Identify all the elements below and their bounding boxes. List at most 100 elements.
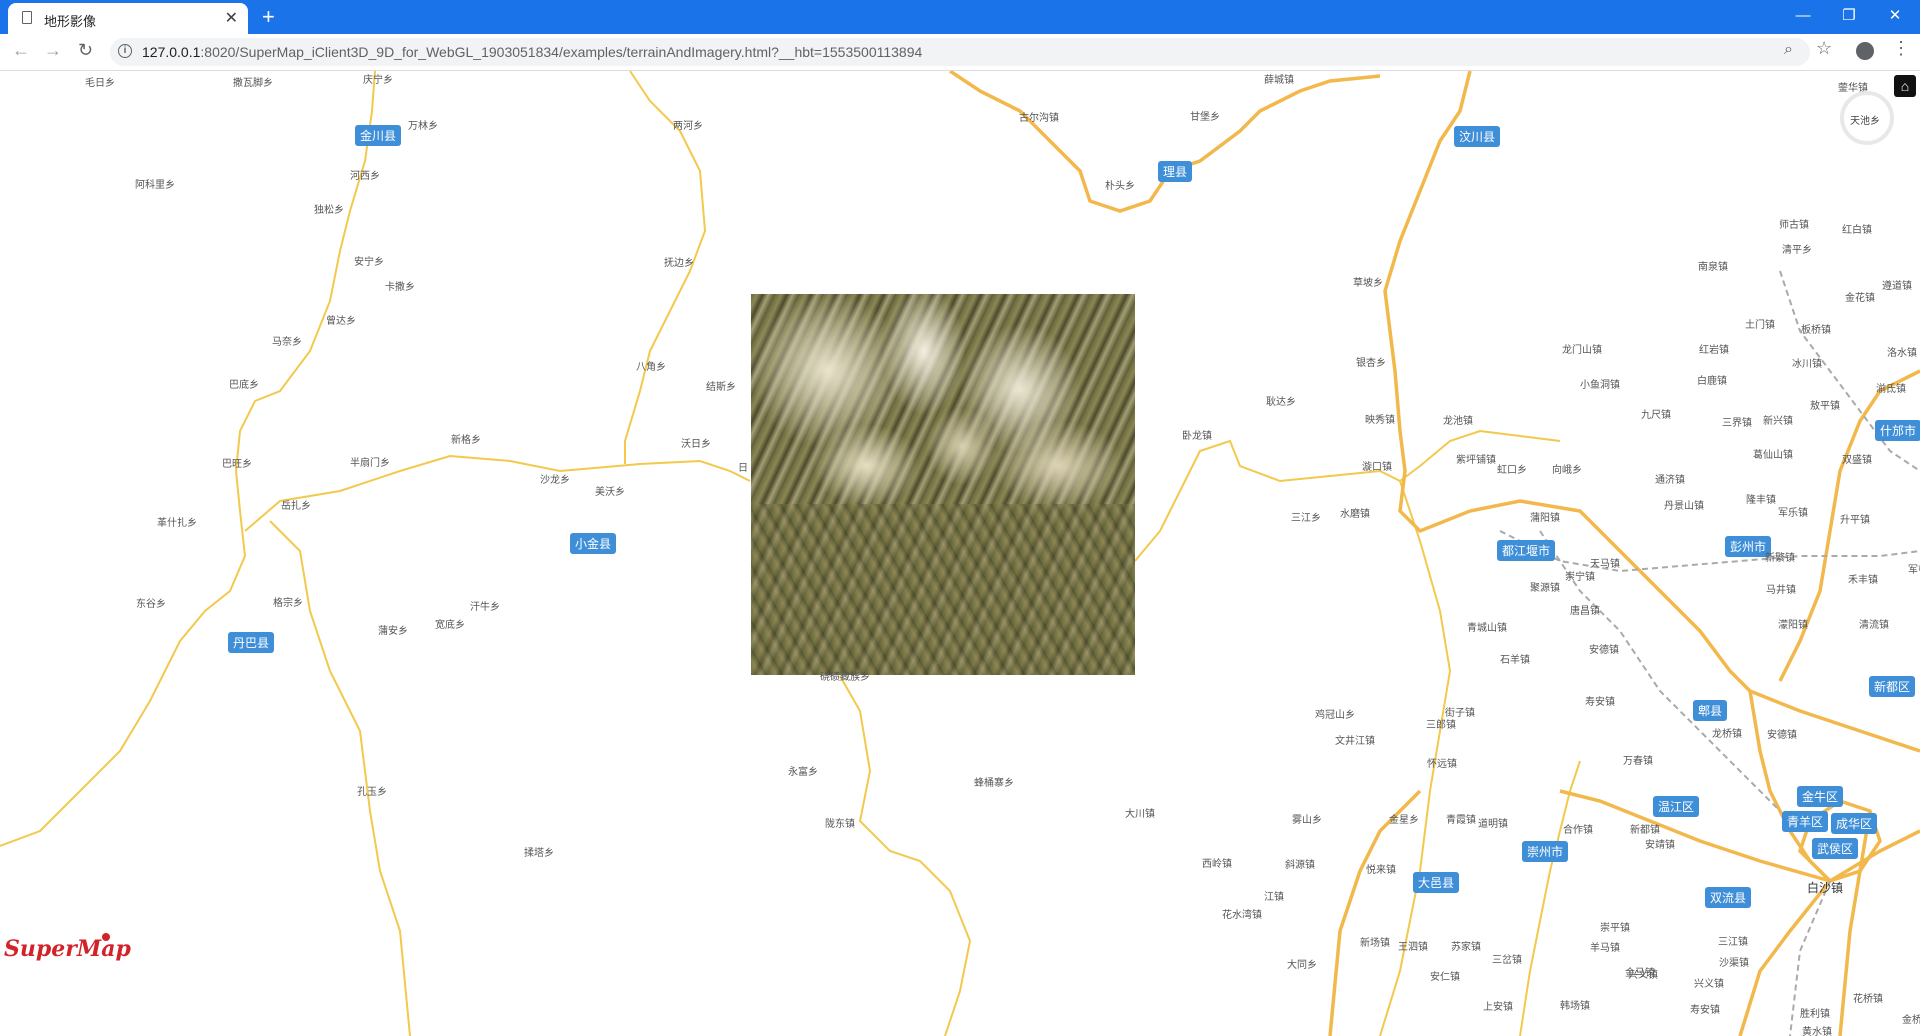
place-label: 聚源镇 bbox=[1530, 583, 1560, 594]
place-label: 黄水镇 bbox=[1802, 1027, 1832, 1036]
map-badge: 温江区 bbox=[1653, 796, 1700, 817]
place-label: 上安镇 bbox=[1483, 1002, 1513, 1013]
account-icon[interactable] bbox=[1856, 42, 1874, 60]
place-label: 三江乡 bbox=[1291, 513, 1321, 524]
place-label: 白鹿镇 bbox=[1697, 376, 1727, 387]
place-label: 三界镇 bbox=[1722, 418, 1752, 429]
place-label: 悦来镇 bbox=[1366, 865, 1396, 876]
browser-tab[interactable]: 地形影像 ✕ bbox=[8, 3, 248, 34]
place-label: 金桥镇 bbox=[1902, 1015, 1920, 1026]
place-label: 巴旺乡 bbox=[222, 459, 252, 470]
place-label: 朴头乡 bbox=[1105, 181, 1135, 192]
home-button[interactable]: ⌂ bbox=[1894, 75, 1916, 97]
place-label: 结斯乡 bbox=[706, 382, 736, 393]
place-label: 江镇 bbox=[1264, 892, 1284, 903]
place-label: 阿科里乡 bbox=[135, 180, 175, 191]
place-label: 南泉镇 bbox=[1698, 262, 1728, 273]
map-badge: 金川县 bbox=[355, 125, 402, 146]
place-label: 安靖镇 bbox=[1645, 840, 1675, 851]
map-badge: 都江堰市 bbox=[1497, 540, 1556, 561]
minimize-button[interactable]: — bbox=[1780, 2, 1826, 30]
place-label: 万春镇 bbox=[1623, 756, 1653, 767]
place-label: 通济镇 bbox=[1655, 475, 1685, 486]
place-label: 撒瓦脚乡 bbox=[233, 78, 273, 89]
forward-button[interactable]: → bbox=[44, 40, 62, 61]
place-label: 三郎镇 bbox=[1426, 720, 1456, 731]
bookmark-star-icon[interactable]: ☆ bbox=[1816, 38, 1832, 59]
map-badge: 新都区 bbox=[1869, 676, 1916, 697]
place-label: 文井江镇 bbox=[1335, 736, 1375, 747]
place-label: 沙龙乡 bbox=[540, 475, 570, 486]
place-label: 八角乡 bbox=[636, 362, 666, 373]
place-label: 独松乡 bbox=[314, 205, 344, 216]
place-label: 耿达乡 bbox=[1266, 397, 1296, 408]
place-label: 永富乡 bbox=[788, 767, 818, 778]
zoom-icon[interactable]: ⌕ bbox=[1784, 41, 1793, 59]
place-label: 安德镇 bbox=[1767, 730, 1797, 741]
place-label: 崇平镇 bbox=[1600, 923, 1630, 934]
supermap-logo: SuperMap bbox=[4, 936, 131, 962]
new-tab-button[interactable]: + bbox=[262, 4, 275, 30]
place-label: 敖平镇 bbox=[1810, 401, 1840, 412]
place-label: 曾达乡 bbox=[326, 316, 356, 327]
map-badge: 郫县 bbox=[1693, 700, 1728, 721]
place-label: 军乐镇 bbox=[1778, 508, 1808, 519]
place-label: 沙渠镇 bbox=[1719, 958, 1749, 969]
browser-menu-icon[interactable]: ⋮ bbox=[1892, 38, 1910, 59]
place-label: 升平镇 bbox=[1840, 515, 1870, 526]
place-label: 紫坪铺镇 bbox=[1456, 455, 1496, 466]
place-label: 鸡冠山乡 bbox=[1315, 710, 1355, 721]
place-label: 湔氐镇 bbox=[1876, 384, 1906, 395]
place-label: 映秀镇 bbox=[1365, 415, 1395, 426]
place-label: 胜利镇 bbox=[1800, 1009, 1830, 1020]
logo-dot bbox=[102, 933, 110, 941]
place-label: 硗碛藏族乡 bbox=[820, 672, 870, 683]
place-label: 宽底乡 bbox=[435, 620, 465, 631]
close-window-button[interactable]: ✕ bbox=[1872, 2, 1918, 30]
place-label: 龙桥镇 bbox=[1712, 729, 1742, 740]
place-label: 三岔镇 bbox=[1492, 955, 1522, 966]
place-label: 小鱼洞镇 bbox=[1580, 380, 1620, 391]
place-label: 新兴镇 bbox=[1763, 416, 1793, 427]
place-label: 清平乡 bbox=[1782, 245, 1812, 256]
reload-button[interactable]: ↻ bbox=[78, 40, 93, 61]
place-label: 苏家镇 bbox=[1451, 942, 1481, 953]
place-label: 隆丰镇 bbox=[1746, 495, 1776, 506]
place-label: 西岭镇 bbox=[1202, 859, 1232, 870]
place-label: 石羊镇 bbox=[1500, 655, 1530, 666]
place-label: 银杏乡 bbox=[1356, 358, 1386, 369]
map-viewport[interactable]: 金川县 理县 汶川县 小金县 丹巴县 都江堰市 彭州市 什邡市 郫县 新都区 金… bbox=[0, 71, 1920, 1036]
place-label: 青城山镇 bbox=[1467, 623, 1507, 634]
close-tab-icon[interactable]: ✕ bbox=[225, 8, 238, 28]
site-info-icon[interactable]: i bbox=[118, 44, 132, 58]
map-badge: 什邡市 bbox=[1875, 420, 1920, 441]
place-label: 巴底乡 bbox=[229, 380, 259, 391]
place-label: 大川镇 bbox=[1125, 809, 1155, 820]
place-label: 清流镇 bbox=[1859, 620, 1889, 631]
place-label: 寿安镇 bbox=[1690, 1005, 1720, 1016]
place-label: 洛水镇 bbox=[1887, 348, 1917, 359]
place-label: 崇宁镇 bbox=[1565, 572, 1595, 583]
place-label: 美沃乡 bbox=[595, 487, 625, 498]
place-label: 半扇门乡 bbox=[350, 458, 390, 469]
browser-titlebar: 地形影像 ✕ + — ❐ ✕ bbox=[0, 0, 1920, 34]
place-label: 河西乡 bbox=[350, 171, 380, 182]
place-label: 唐昌镇 bbox=[1570, 606, 1600, 617]
back-button[interactable]: ← bbox=[12, 40, 30, 61]
url-text[interactable]: 127.0.0.1:8020/SuperMap_iClient3D_9D_for… bbox=[142, 44, 922, 60]
place-label: 花水湾镇 bbox=[1222, 910, 1262, 921]
place-label: 花桥镇 bbox=[1853, 994, 1883, 1005]
place-label: 庆宁乡 bbox=[363, 75, 393, 86]
place-label: 揉塔乡 bbox=[524, 848, 554, 859]
place-label: 斜源镇 bbox=[1285, 860, 1315, 871]
compass-label: 天池乡 bbox=[1850, 116, 1880, 127]
restore-button[interactable]: ❐ bbox=[1826, 2, 1872, 30]
place-label: 土门镇 bbox=[1745, 320, 1775, 331]
place-label: 大同乡 bbox=[1287, 960, 1317, 971]
place-label: 红白镇 bbox=[1842, 225, 1872, 236]
place-label: 漩口镇 bbox=[1362, 462, 1392, 473]
place-label: 新都镇 bbox=[1630, 825, 1660, 836]
place-label: 水磨镇 bbox=[1340, 509, 1370, 520]
address-bar[interactable]: i 127.0.0.1:8020/SuperMap_iClient3D_9D_f… bbox=[110, 38, 1810, 66]
place-label: 雾山乡 bbox=[1292, 815, 1322, 826]
